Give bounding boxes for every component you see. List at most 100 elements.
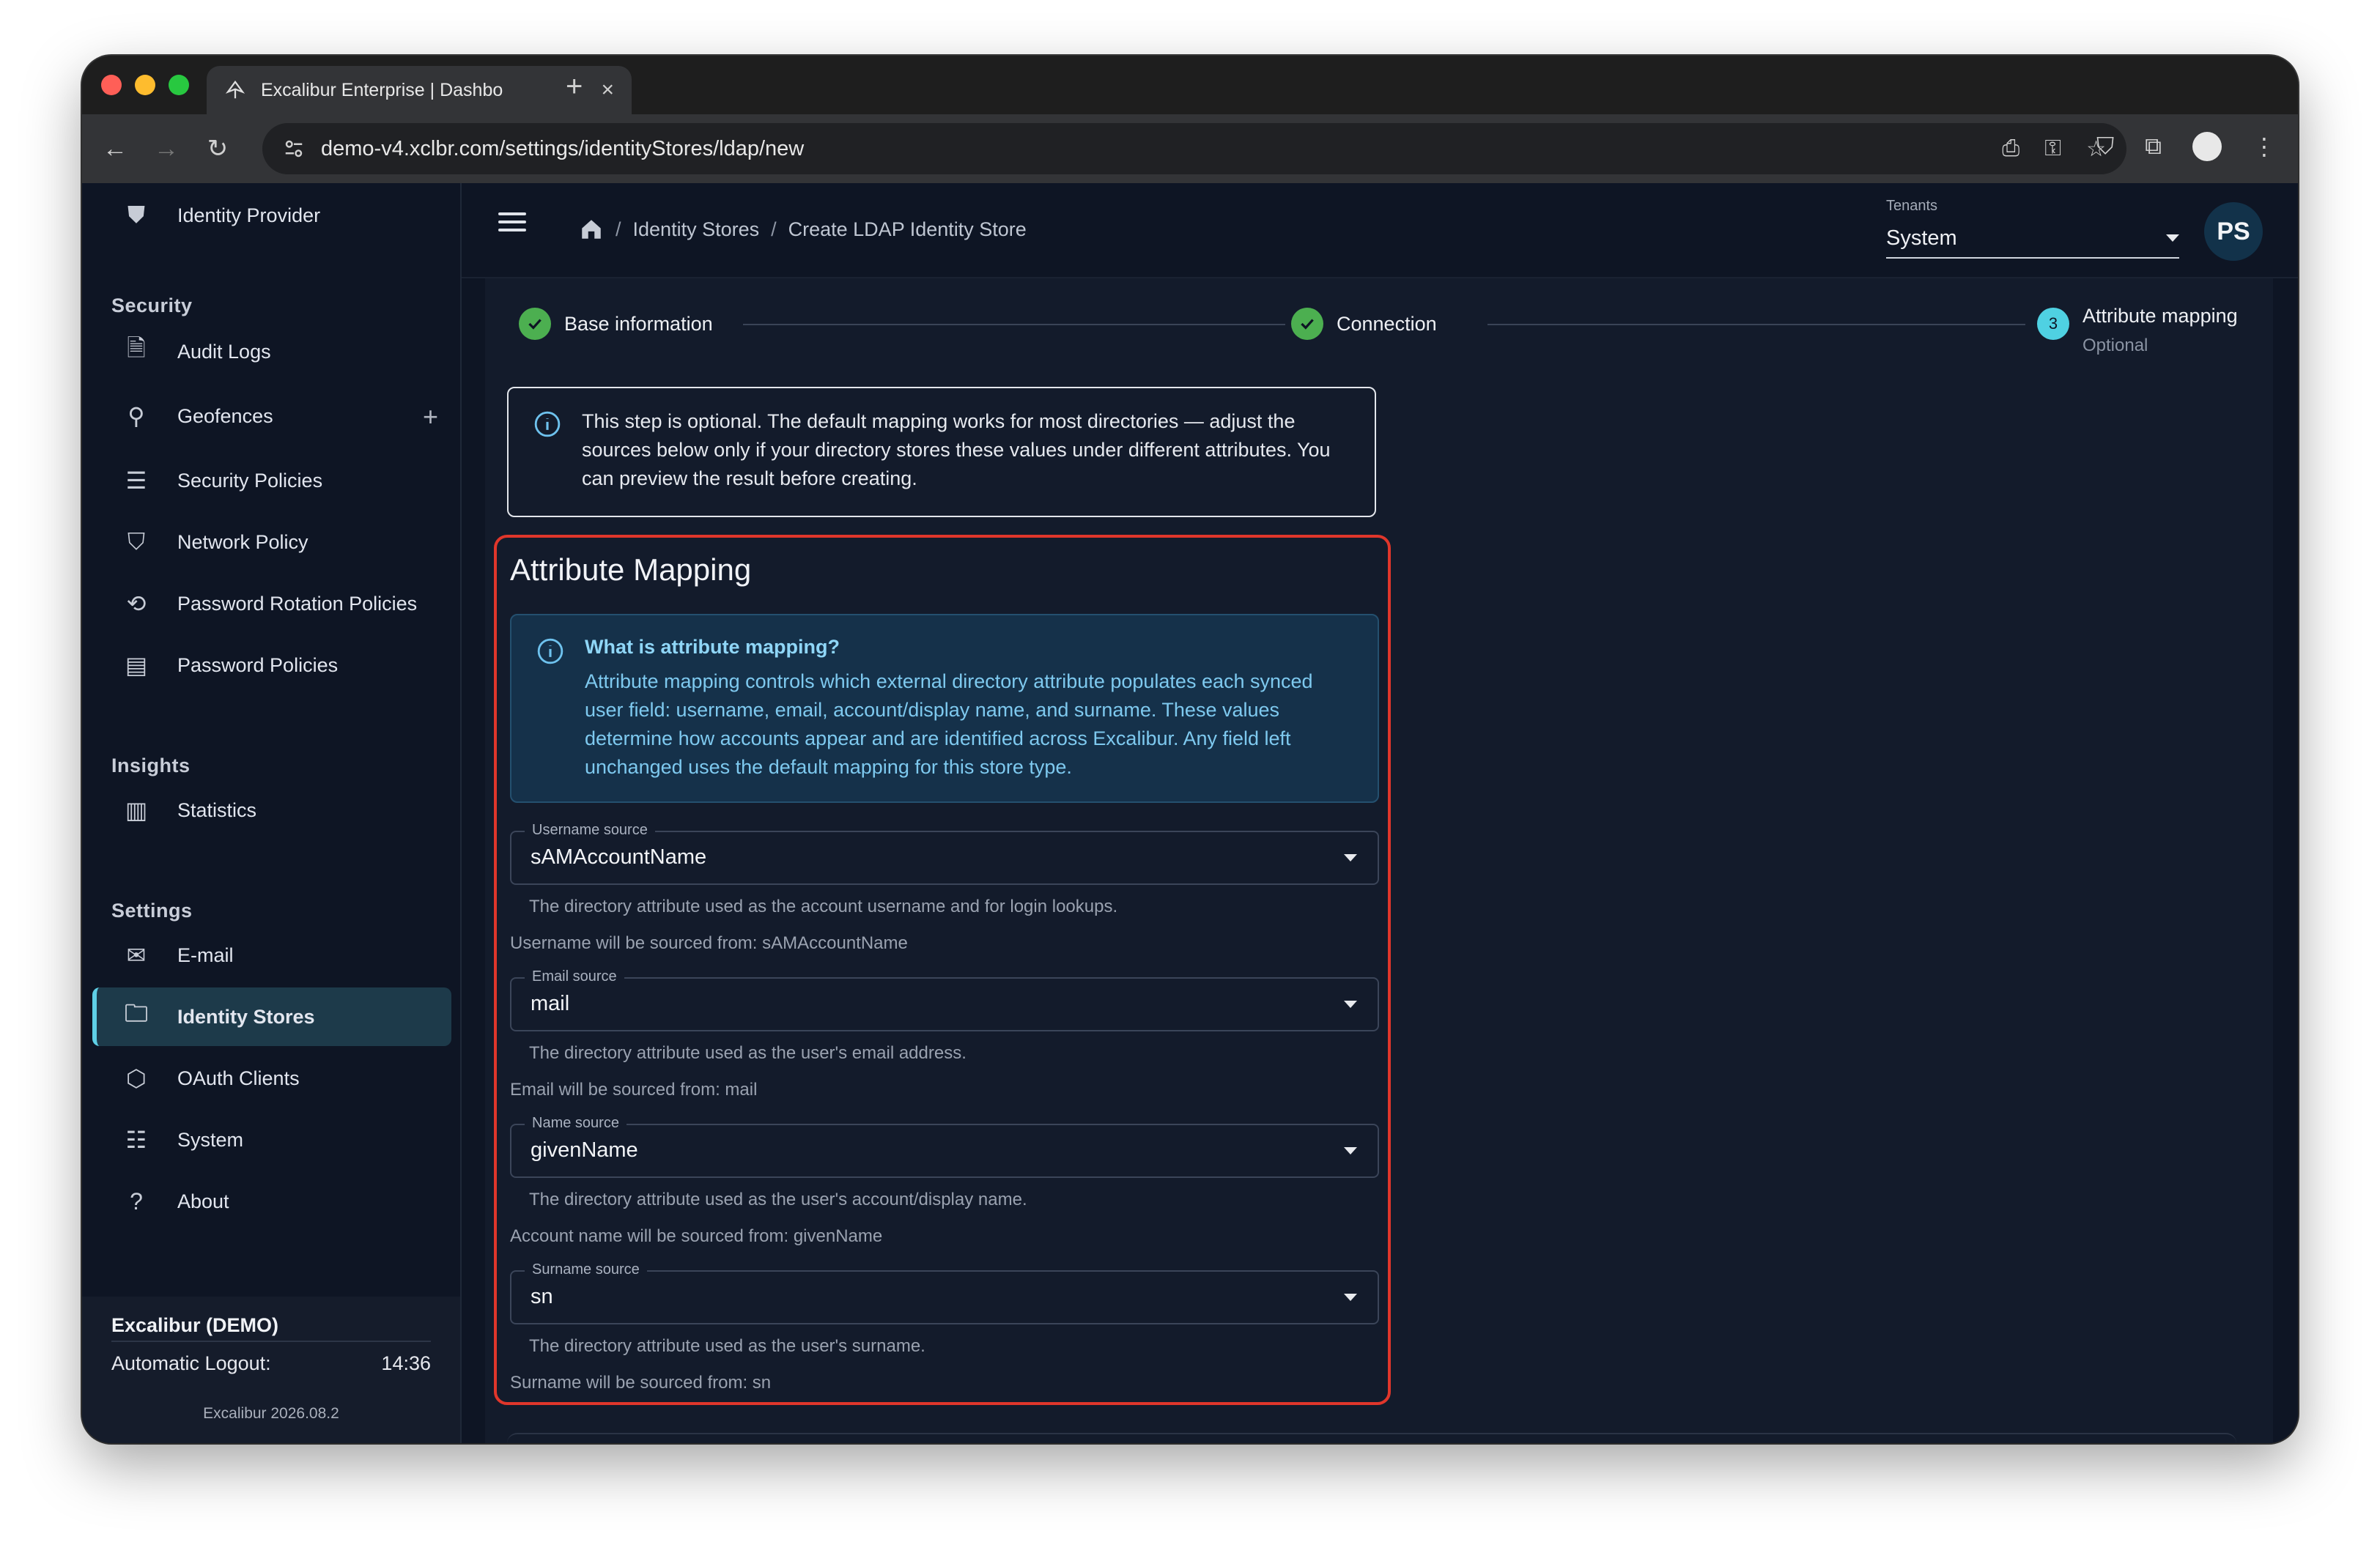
browser-window: Excalibur Enterprise | Dashbo × + ← → ↻ … (82, 56, 2298, 1443)
sidebar-item-statistics[interactable]: ▥ Statistics (92, 781, 451, 839)
field-label: Surname source (525, 1261, 647, 1278)
sidebar: ⛊ Identity Provider Security 🗎 Audit Log… (82, 183, 462, 1443)
field-helper-text: The directory attribute used as the user… (529, 1043, 967, 1063)
mail-icon: ✉ (126, 942, 147, 968)
step-number: 3 (2037, 308, 2069, 340)
sidebar-item-identity-stores[interactable]: 🗀 Identity Stores (92, 987, 451, 1046)
footer-title: Excalibur (DEMO) (111, 1314, 279, 1336)
password-key-icon[interactable]: ⚿ (2044, 136, 2061, 161)
field-sourced-text: Email will be sourced from: mail (510, 1080, 758, 1100)
chevron-down-icon (1344, 1294, 1357, 1301)
field-helper-text: The directory attribute used as the acco… (529, 897, 1118, 916)
chevron-down-icon (1344, 854, 1357, 861)
address-bar[interactable]: demo-v4.xclbr.com/settings/identityStore… (262, 123, 2126, 174)
tab-close-icon[interactable]: × (601, 78, 614, 103)
app-root: ⛊ Identity Provider Security 🗎 Audit Log… (82, 183, 2298, 1443)
close-window-button[interactable] (101, 75, 122, 95)
sidebar-item-audit-logs[interactable]: 🗎 Audit Logs (92, 322, 451, 381)
check-icon (519, 308, 551, 340)
url-text: demo-v4.xclbr.com/settings/identityStore… (321, 136, 805, 160)
main-area: / Identity Stores / Create LDAP Identity… (462, 183, 2298, 1443)
version-text: Excalibur 2026.08.2 (203, 1405, 339, 1422)
add-geofence-icon[interactable]: + (423, 401, 438, 432)
server-icon: ☷ (125, 1127, 147, 1153)
chevron-down-icon (1344, 1001, 1357, 1008)
sidebar-item-label: Security Policies (177, 469, 323, 492)
browser-menu-icon[interactable]: ⋮ (2252, 133, 2276, 160)
sidebar-item-password-rotation[interactable]: ⟲ Password Rotation Policies (92, 574, 451, 633)
sidebar-item-email[interactable]: ✉ E-mail (92, 926, 451, 985)
field-sourced-text: Username will be sourced from: sAMAccoun… (510, 933, 908, 953)
sidebar-item-label: Statistics (177, 798, 257, 821)
step-base-information: Base information (519, 308, 713, 340)
document-list-icon: ▤ (125, 652, 148, 678)
chevron-down-icon (2166, 234, 2179, 242)
back-icon[interactable]: ← (89, 135, 141, 163)
sidebar-item-label: About (177, 1190, 229, 1212)
sidebar-item-oauth-clients[interactable]: ⬡ OAuth Clients (92, 1049, 451, 1108)
tenant-label: Tenants (1886, 198, 1938, 214)
name-source-select[interactable]: Name source givenName (510, 1115, 1379, 1178)
forward-icon[interactable]: → (141, 135, 192, 163)
list-icon: ☰ (125, 467, 147, 494)
panel-title: Attribute Mapping (510, 552, 752, 587)
sidebar-item-label: OAuth Clients (177, 1067, 300, 1089)
breadcrumb-identity-stores[interactable]: Identity Stores (633, 218, 760, 241)
folder-user-icon: 🗀 (124, 1000, 148, 1026)
username-source-select[interactable]: Username source sAMAccountName (510, 822, 1379, 885)
tenant-selector[interactable]: Tenants System (1886, 198, 2179, 259)
network-shield-icon: ⛉ (127, 528, 145, 555)
new-tab-button[interactable]: + (566, 70, 583, 103)
zoom-window-button[interactable] (169, 75, 189, 95)
step-connection: Connection (1291, 308, 1437, 340)
field-value: mail (531, 992, 570, 1015)
extensions-icon[interactable]: ⧉ (2145, 133, 2162, 160)
field-helper-text: The directory attribute used as the user… (529, 1190, 1027, 1209)
help-circle-icon: ? (130, 1187, 143, 1215)
profile-avatar[interactable] (2192, 132, 2222, 161)
step-label: Base information (564, 312, 713, 335)
sidebar-item-system[interactable]: ☷ System (92, 1111, 451, 1169)
check-icon (1291, 308, 1323, 340)
cube-icon: ⬡ (126, 1065, 147, 1091)
shield-extension-icon[interactable]: ⛉ (2096, 133, 2114, 160)
sidebar-item-geofences[interactable]: ⚲ Geofences (92, 387, 451, 445)
sidebar-item-network-policy[interactable]: ⛉ Network Policy (92, 513, 451, 571)
reload-icon[interactable]: ↻ (192, 134, 243, 163)
field-helper-text: The directory attribute used as the user… (529, 1336, 925, 1356)
sidebar-item-label: Identity Stores (177, 1005, 315, 1028)
site-settings-icon[interactable] (283, 138, 305, 160)
field-value: givenName (531, 1138, 638, 1162)
minimize-window-button[interactable] (135, 75, 155, 95)
mapping-help-alert: What is attribute mapping? Attribute map… (510, 614, 1379, 803)
help-title: What is attribute mapping? (585, 636, 840, 658)
surname-source-select[interactable]: Surname source sn (510, 1261, 1379, 1324)
location-pin-icon: ⚲ (128, 403, 145, 429)
email-source-select[interactable]: Email source mail (510, 968, 1379, 1031)
alert-text: This step is optional. The default mappi… (582, 410, 1331, 489)
sidebar-item-label: Geofences (177, 404, 273, 427)
step-optional-label: Optional (2082, 336, 2148, 355)
browser-toolbar: ← → ↻ demo-v4.xclbr.com/settings/identit… (82, 114, 2298, 183)
hamburger-menu-icon[interactable] (498, 212, 526, 234)
shield-icon: ⛊ (127, 201, 145, 228)
optional-info-alert: This step is optional. The default mappi… (507, 387, 1376, 517)
tab-strip: Excalibur Enterprise | Dashbo × + (82, 56, 2298, 114)
breadcrumb: / Identity Stores / Create LDAP Identity… (579, 217, 1027, 242)
chevron-down-icon (1344, 1147, 1357, 1154)
content-panel: Base information Connection 3 Attribute … (485, 278, 2273, 1443)
field-label: Username source (525, 822, 655, 839)
section-insights: Insights (111, 755, 191, 776)
bar-chart-icon: ▥ (125, 797, 148, 823)
field-sourced-text: Surname will be sourced from: sn (510, 1373, 772, 1393)
home-icon[interactable] (579, 217, 604, 242)
sidebar-item-security-policies[interactable]: ☰ Security Policies (92, 451, 451, 510)
tab-title: Excalibur Enterprise | Dashbo (261, 79, 503, 100)
user-avatar[interactable]: PS (2204, 202, 2263, 261)
sidebar-item-identity-provider[interactable]: ⛊ Identity Provider (92, 186, 451, 245)
sidebar-item-label: Identity Provider (177, 204, 321, 226)
install-app-icon[interactable]: ⎙ (2002, 136, 2019, 161)
sidebar-item-password-policies[interactable]: ▤ Password Policies (92, 636, 451, 694)
step-connector (743, 324, 1285, 325)
sidebar-item-about[interactable]: ? About (92, 1172, 451, 1231)
